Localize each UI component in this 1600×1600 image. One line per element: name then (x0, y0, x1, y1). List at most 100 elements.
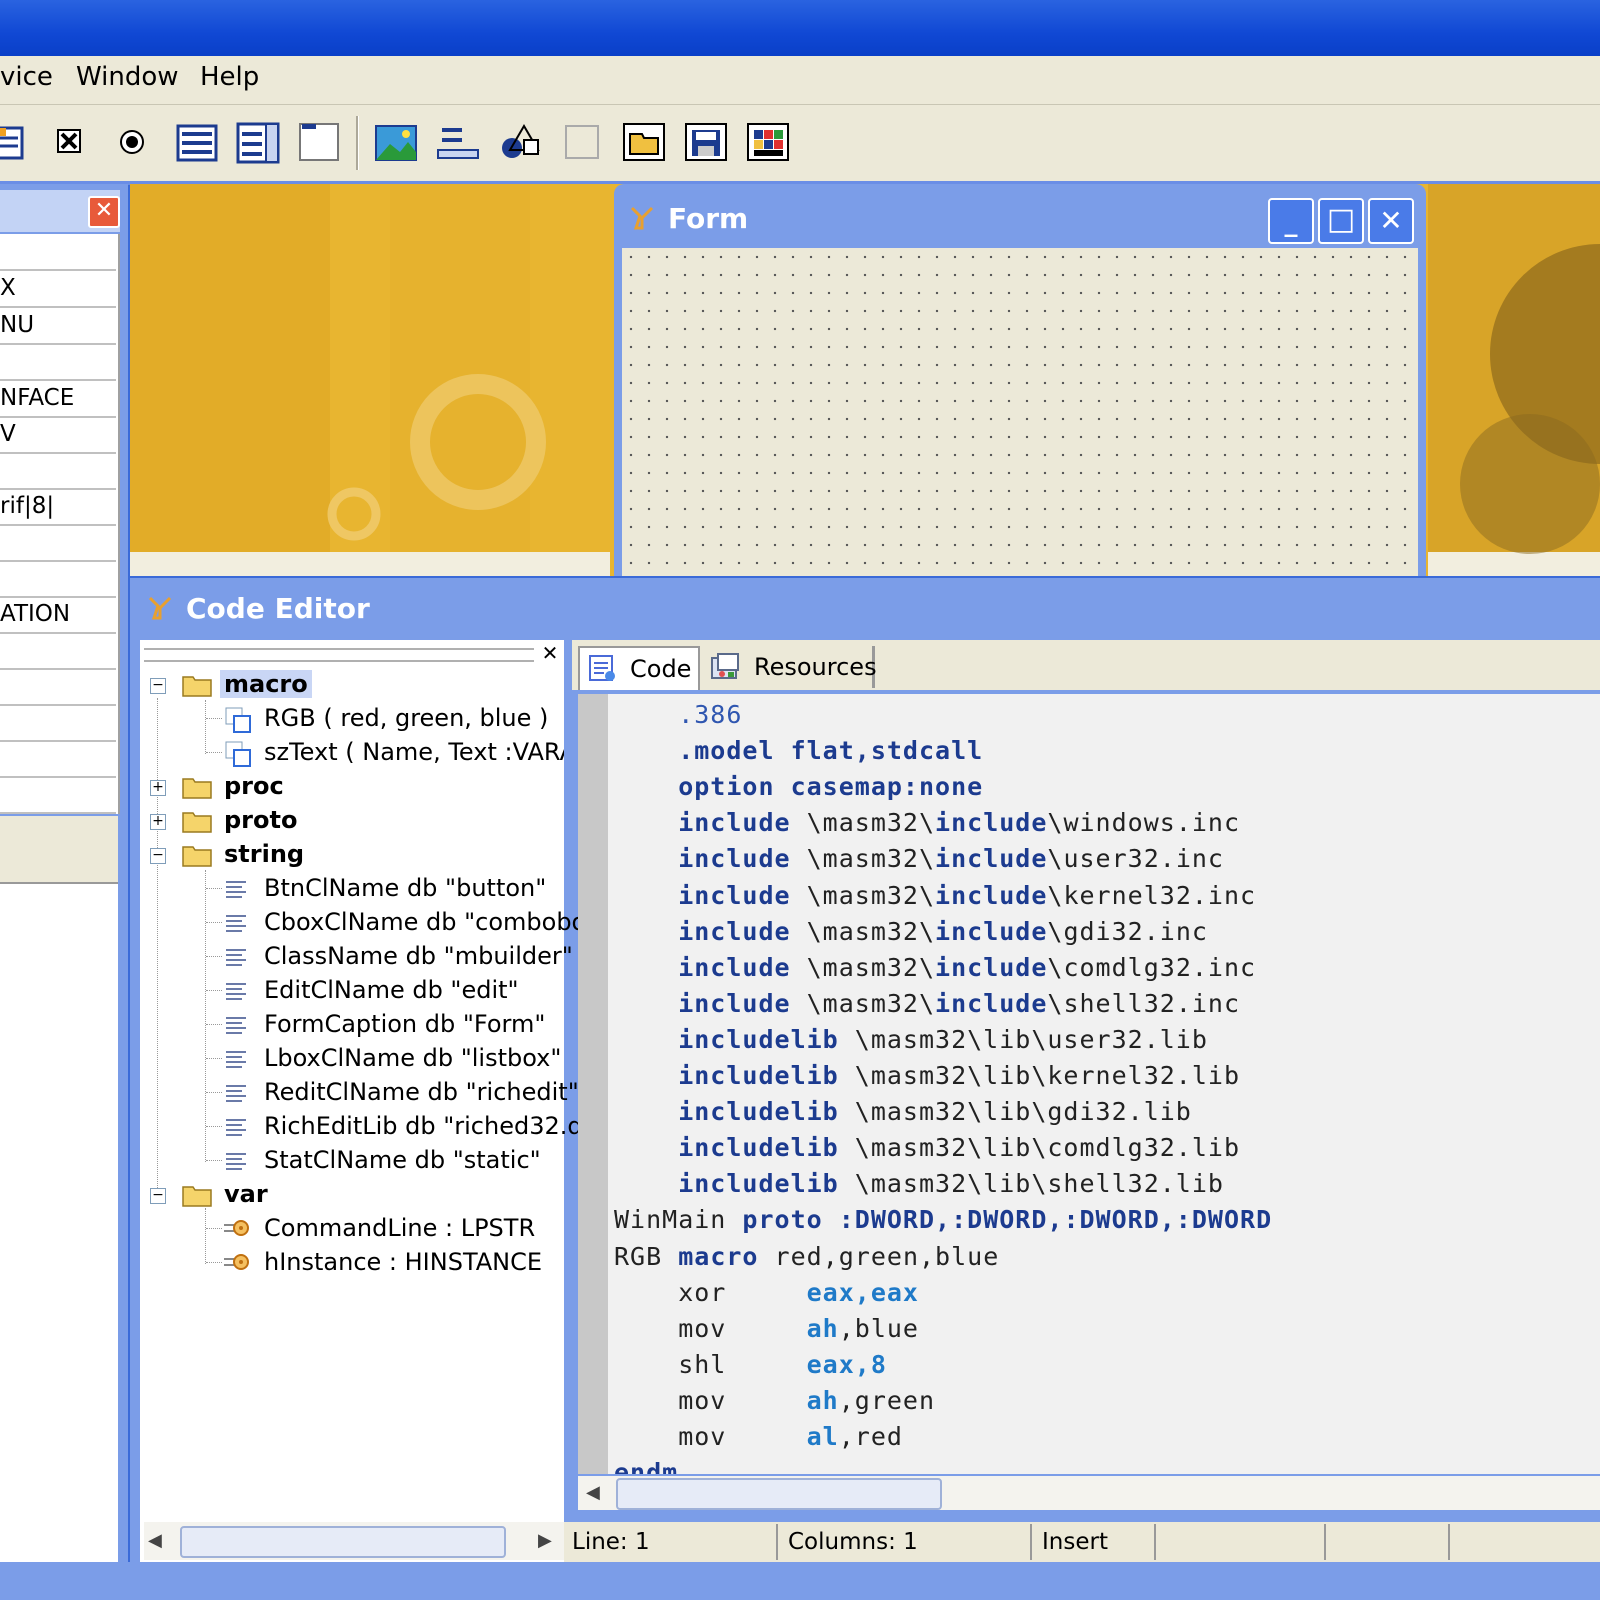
shapes-icon[interactable] (498, 120, 542, 164)
tree-node-richeditlib[interactable]: RichEditLib db "riched32.dll" (264, 1112, 607, 1140)
property-row[interactable]: NFACE (0, 381, 116, 418)
code-horizontal-scrollbar[interactable]: ◀ (578, 1476, 1600, 1510)
code-token: \masm32\ (790, 988, 936, 1018)
code-token: includelib (614, 1061, 839, 1090)
collapse-toggle[interactable]: − (150, 848, 166, 864)
properties-panel-body (0, 884, 118, 1600)
menu-window[interactable]: Window (76, 62, 179, 92)
frame-icon[interactable] (560, 120, 604, 164)
tree-node-btnclname[interactable]: BtnClName db "button" (264, 874, 546, 902)
progress-icon[interactable] (436, 120, 480, 164)
properties-list: X NU NFACE V rif|8| ATION (0, 234, 120, 814)
groupbox-icon[interactable] (298, 120, 342, 164)
property-row[interactable] (0, 705, 116, 742)
property-row[interactable] (0, 777, 116, 814)
macro-item-icon (224, 706, 252, 734)
tab-code[interactable]: Code (578, 646, 700, 690)
tree-line (206, 1024, 222, 1025)
tree-node-cboxclname[interactable]: CboxClName db "combobox" (264, 908, 611, 936)
picture-icon[interactable] (374, 120, 418, 164)
code-token: \masm32\lib\user32.lib (838, 1024, 1208, 1054)
string-item-icon (222, 1080, 250, 1108)
scroll-thumb[interactable] (616, 1478, 942, 1510)
code-line: include \masm32\include\comdlg32.inc (614, 953, 1256, 982)
tree-node-formcaption[interactable]: FormCaption db "Form" (264, 1010, 545, 1038)
property-row[interactable] (0, 453, 116, 490)
menu-service[interactable]: vice (0, 62, 53, 92)
tree-horizontal-scrollbar[interactable]: ◀ ▶ (144, 1522, 564, 1560)
property-row[interactable] (0, 525, 116, 562)
property-row[interactable]: NU (0, 308, 116, 345)
tree-node-proc[interactable]: proc (224, 772, 284, 800)
tree-node-reditclname[interactable]: ReditClName db "richedit" (264, 1078, 579, 1106)
tree-node-editclname[interactable]: EditClName db "edit" (264, 976, 519, 1004)
code-token: include (935, 916, 1048, 946)
close-button[interactable]: ✕ (1368, 198, 1414, 244)
save-dialog-icon[interactable] (684, 120, 728, 164)
scroll-left-icon[interactable]: ◀ (148, 1530, 162, 1551)
code-token: \user32.inc (1047, 844, 1224, 874)
property-row[interactable]: rif|8| (0, 489, 116, 526)
grid-icon[interactable] (746, 120, 790, 164)
properties-close-button[interactable]: ✕ (88, 196, 120, 228)
expand-toggle[interactable]: + (150, 814, 166, 830)
code-token: includelib (614, 1024, 839, 1054)
tree-node-hinstance[interactable]: hInstance : HINSTANCE (264, 1248, 542, 1276)
tree-line (206, 888, 222, 889)
collapse-toggle[interactable]: − (150, 678, 166, 694)
open-dialog-icon[interactable] (622, 120, 666, 164)
combobox-icon[interactable] (236, 120, 280, 164)
scroll-right-icon[interactable]: ▶ (538, 1530, 552, 1551)
property-row[interactable]: X (0, 271, 116, 308)
tree-node-sztext-macro[interactable]: szText ( Name, Text :VARARG (264, 738, 564, 766)
code-token: include (614, 808, 791, 838)
code-line: shl eax,8 (614, 1350, 887, 1379)
tab-resources[interactable]: Resources (700, 646, 877, 688)
code-token: \kernel32.inc (1047, 880, 1257, 910)
folder-icon (182, 809, 212, 833)
tree-node-macro[interactable]: macro (220, 670, 312, 698)
tree-node-string[interactable]: string (224, 840, 304, 868)
property-row[interactable] (0, 669, 116, 706)
tree-node-commandline[interactable]: CommandLine : LPSTR (264, 1214, 535, 1242)
maximize-button[interactable]: □ (1318, 198, 1364, 244)
tree-panel-grip[interactable] (144, 648, 534, 662)
code-token: \masm32\ (790, 844, 936, 874)
property-row[interactable]: ATION (0, 597, 116, 634)
code-token: \comdlg32.inc (1047, 952, 1257, 982)
tree-node-rgb-macro[interactable]: RGB ( red, green, blue ) (264, 704, 548, 732)
property-row[interactable] (0, 561, 116, 598)
property-row[interactable] (0, 633, 116, 670)
code-token: ah (726, 1385, 839, 1415)
code-text-area[interactable]: .386 .model flat,stdcall option casemap:… (608, 694, 1600, 1474)
form-design-canvas[interactable] (622, 248, 1418, 576)
property-row[interactable]: V (0, 417, 116, 454)
expand-toggle[interactable]: + (150, 780, 166, 796)
code-token: xor (614, 1277, 727, 1307)
code-token: \masm32\lib\shell32.lib (838, 1169, 1224, 1199)
scroll-thumb[interactable] (180, 1526, 506, 1558)
tree-node-statclname[interactable]: StatClName db "static" (264, 1146, 541, 1174)
tree-node-proto[interactable]: proto (224, 806, 297, 834)
radio-icon[interactable] (110, 120, 154, 164)
property-row[interactable] (0, 741, 116, 778)
status-columns: Columns: 1 (782, 1524, 1032, 1560)
tree-line (205, 870, 206, 1162)
tree-line (206, 752, 222, 753)
menu-help[interactable]: Help (200, 62, 259, 92)
textbox-icon[interactable] (0, 120, 30, 164)
minimize-button[interactable]: _ (1268, 198, 1314, 244)
tree-node-lboxclname[interactable]: LboxClName db "listbox" (264, 1044, 561, 1072)
property-row[interactable] (0, 344, 116, 381)
tree-node-var[interactable]: var (224, 1180, 268, 1208)
variable-icon (222, 1214, 250, 1242)
string-item-icon (222, 910, 250, 938)
code-line: .386 (614, 700, 742, 729)
tree-close-icon[interactable]: ✕ (540, 643, 560, 664)
scroll-left-icon[interactable]: ◀ (586, 1482, 600, 1503)
property-row[interactable] (0, 234, 116, 271)
tree-node-classname[interactable]: ClassName db "mbuilder" (264, 942, 573, 970)
checkbox-icon[interactable] (48, 120, 92, 164)
collapse-toggle[interactable]: − (150, 1188, 166, 1204)
listbox-icon[interactable] (174, 120, 218, 164)
